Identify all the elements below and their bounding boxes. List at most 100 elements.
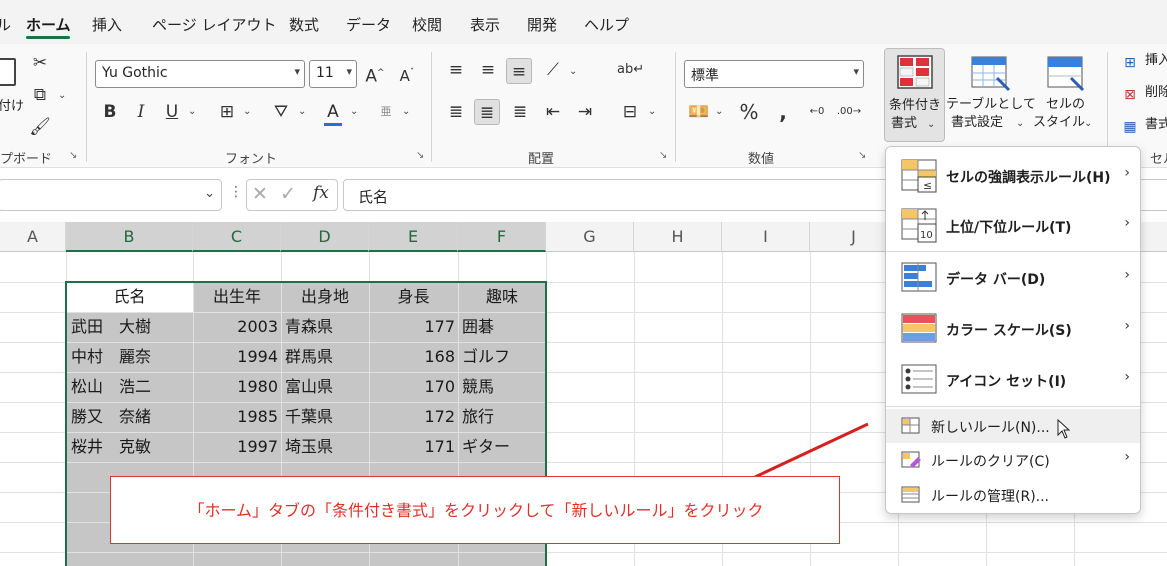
column-header-h[interactable]: H: [634, 222, 722, 252]
copy-dropdown-arrow[interactable]: ⌄: [58, 90, 66, 101]
align-middle-icon[interactable]: ≡: [475, 57, 501, 83]
decrease-decimal-icon[interactable]: .00→: [836, 99, 862, 125]
tab-insert[interactable]: 挿入: [92, 14, 122, 35]
name-box[interactable]: ⌄: [0, 179, 222, 211]
tab-help[interactable]: ヘルプ: [584, 14, 629, 35]
cancel-icon[interactable]: ✕: [252, 183, 268, 205]
menu-item-data-bars[interactable]: データ バー(D) ›: [886, 253, 1140, 303]
decrease-indent-icon[interactable]: ⇤: [540, 99, 566, 125]
menu-item-clear-rules[interactable]: ルールのクリア(C) ›: [886, 443, 1140, 477]
menu-item-top-bottom-rules[interactable]: 10 上位/下位ルール(T) ›: [886, 202, 1140, 250]
tab-home[interactable]: ホーム: [26, 14, 71, 35]
phonetic-dropdown-arrow[interactable]: ⌄: [402, 106, 410, 117]
tab-file-partial[interactable]: ル: [0, 14, 11, 35]
decrease-font-icon[interactable]: Aˇ: [394, 60, 420, 86]
tab-review[interactable]: 校閲: [412, 14, 442, 35]
column-header-a[interactable]: A: [0, 222, 66, 252]
clipboard-launcher-icon[interactable]: ↘: [69, 150, 77, 161]
increase-indent-icon[interactable]: ⇥: [572, 99, 598, 125]
cell-styles-label-1[interactable]: セルの: [1046, 96, 1085, 114]
underline-icon[interactable]: U: [159, 99, 185, 125]
font-color-dropdown-arrow[interactable]: ⌄: [350, 106, 358, 117]
align-bottom-icon[interactable]: ≡: [506, 58, 532, 84]
align-right-icon[interactable]: ≣: [507, 99, 533, 125]
format-cells-icon[interactable]: ▦: [1117, 114, 1143, 140]
tab-developer[interactable]: 開発: [527, 14, 557, 35]
increase-font-icon[interactable]: A^: [362, 60, 388, 87]
delete-cells-label[interactable]: 削除: [1145, 84, 1167, 102]
insert-function-icon[interactable]: fx: [313, 183, 329, 203]
fill-color-dropdown-arrow[interactable]: ⌄: [298, 106, 306, 117]
format-as-table-icon[interactable]: [971, 56, 1011, 92]
italic-icon[interactable]: I: [128, 99, 154, 125]
align-top-icon[interactable]: ≡: [443, 57, 469, 83]
format-cells-label[interactable]: 書式: [1145, 116, 1167, 134]
tab-view[interactable]: 表示: [470, 14, 500, 35]
phonetic-guide-icon[interactable]: 亜: [373, 99, 399, 125]
format-as-table-label-2[interactable]: 書式設定: [951, 114, 1003, 132]
menu-item-icon-sets[interactable]: アイコン セット(I) ›: [886, 355, 1140, 405]
font-size-select[interactable]: 11 ▾: [309, 60, 357, 88]
column-header-e[interactable]: E: [369, 222, 458, 252]
group-label-font: フォント: [225, 152, 278, 167]
font-size-value: 11: [316, 65, 334, 81]
underline-dropdown-arrow[interactable]: ⌄: [188, 106, 196, 117]
fill-color-icon[interactable]: ⛛: [268, 99, 294, 125]
column-header-f[interactable]: F: [458, 222, 546, 252]
accounting-dropdown-arrow[interactable]: ⌄: [715, 106, 723, 117]
column-header-b[interactable]: B: [66, 222, 193, 252]
paste-label[interactable]: 付け: [0, 98, 24, 116]
clear-rules-icon: [901, 451, 921, 468]
copy-icon[interactable]: ⧉: [27, 82, 53, 108]
tab-data[interactable]: データ: [346, 14, 391, 35]
font-name-select[interactable]: Yu Gothic ▾: [95, 60, 305, 88]
column-header-c[interactable]: C: [193, 222, 281, 252]
merge-center-icon[interactable]: ⊟: [617, 99, 643, 125]
wrap-text-icon[interactable]: ab↵: [617, 57, 644, 83]
merge-dropdown-arrow[interactable]: ⌄: [648, 106, 656, 117]
borders-icon[interactable]: ⊞: [214, 99, 240, 125]
column-header-g[interactable]: G: [546, 222, 634, 252]
new-rule-icon: [901, 417, 920, 434]
alignment-launcher-icon[interactable]: ↘: [659, 150, 667, 161]
chevron-down-icon: ▾: [346, 65, 352, 78]
more-options-icon[interactable]: ⋮: [229, 184, 243, 200]
align-left-icon[interactable]: ≣: [443, 99, 469, 125]
orientation-icon[interactable]: ⟋: [540, 57, 566, 83]
column-header-i[interactable]: I: [722, 222, 810, 252]
format-as-table-label-1[interactable]: テーブルとして: [946, 96, 1036, 114]
insert-cells-label[interactable]: 挿入: [1145, 52, 1167, 70]
bold-icon[interactable]: B: [97, 99, 123, 125]
orientation-dropdown-arrow[interactable]: ⌄: [569, 66, 577, 77]
tab-formulas[interactable]: 数式: [289, 14, 319, 35]
insert-cells-icon[interactable]: ⊞: [1117, 50, 1143, 76]
menu-item-new-rule[interactable]: 新しいルール(N)...: [886, 409, 1140, 443]
cell-styles-label-2[interactable]: スタイル: [1033, 114, 1085, 132]
enter-icon[interactable]: ✓: [280, 183, 296, 205]
chevron-down-icon: ⌄: [927, 119, 936, 130]
number-launcher-icon[interactable]: ↘: [858, 150, 866, 161]
chevron-right-icon: ›: [1124, 318, 1130, 334]
font-color-icon[interactable]: A: [320, 99, 346, 125]
cut-icon[interactable]: ✂: [27, 50, 53, 76]
increase-decimal-icon[interactable]: ←0: [804, 99, 830, 125]
menu-item-manage-rules[interactable]: ルールの管理(R)...: [886, 478, 1140, 512]
comma-style-icon[interactable]: ,: [770, 99, 796, 125]
menu-item-highlight-rules[interactable]: ≤ セルの強調表示ルール(H) ›: [886, 151, 1140, 201]
chevron-right-icon: ›: [1124, 267, 1130, 283]
tab-page-layout[interactable]: ページ レイアウト: [152, 14, 276, 35]
percent-icon[interactable]: %: [736, 99, 762, 125]
align-center-icon[interactable]: ≣: [474, 99, 500, 125]
accounting-format-icon[interactable]: 💴: [686, 99, 712, 125]
font-launcher-icon[interactable]: ↘: [416, 150, 424, 161]
paste-icon[interactable]: [0, 58, 16, 86]
delete-cells-icon[interactable]: ⊠: [1117, 82, 1143, 108]
column-header-d[interactable]: D: [281, 222, 369, 252]
borders-dropdown-arrow[interactable]: ⌄: [243, 106, 251, 117]
cell-styles-icon[interactable]: [1047, 56, 1085, 92]
number-format-select[interactable]: 標準 ▾: [684, 60, 864, 88]
menu-item-color-scales[interactable]: カラー スケール(S) ›: [886, 304, 1140, 354]
format-painter-icon[interactable]: 🖌: [27, 114, 53, 140]
chevron-right-icon: ›: [1124, 449, 1130, 465]
conditional-formatting-button[interactable]: 条件付き 書式 ⌄: [884, 48, 945, 142]
